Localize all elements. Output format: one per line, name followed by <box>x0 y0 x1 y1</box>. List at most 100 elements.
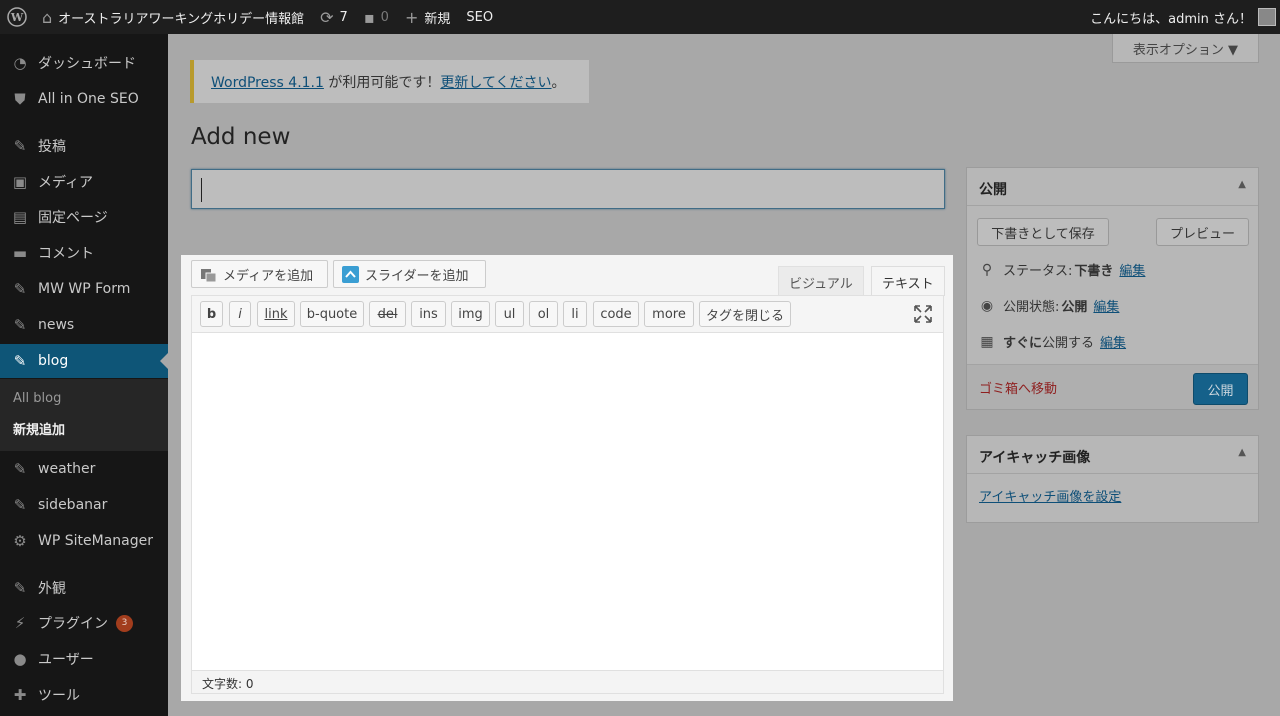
greeting: こんにちは、admin さん！ <box>1090 11 1252 27</box>
sidebar-item-plugins[interactable]: ⚡ プラグイン 3 <box>0 606 168 640</box>
avatar <box>1258 8 1276 26</box>
svg-text:W: W <box>10 11 24 24</box>
plugin-icon: ⚡ <box>14 614 26 632</box>
wordpress-version-link[interactable]: WordPress 4.1.1 <box>211 75 324 91</box>
quicktag-img-button[interactable]: img <box>451 301 490 327</box>
updates-link[interactable]: ⟳ 7 <box>312 0 356 34</box>
sidebar-item-wp-sitemanager[interactable]: ⚙ WP SiteManager <box>0 524 168 558</box>
site-name: オーストラリアワーキングホリデー情報館 <box>58 11 305 27</box>
sidebar-item-appearance[interactable]: ✎ 外観 <box>0 571 168 605</box>
wrench-icon: ✚ <box>13 686 27 704</box>
edit-visibility-link[interactable]: 編集 <box>1093 296 1119 315</box>
admin-sidebar: ◔ ダッシュボード ⛊ All in One SEO ✎ 投稿 ▣ メディア ▤ 固定ペー… <box>0 34 168 716</box>
sidebar-item-news[interactable]: ✎ news <box>0 308 168 342</box>
submenu-add-new[interactable]: 新規追加 <box>13 419 65 438</box>
quicktag-ul-button[interactable]: ul <box>495 301 524 327</box>
quicktag-del-button[interactable]: del <box>369 301 406 327</box>
pin-icon: ✎ <box>13 316 27 334</box>
publish-box-header[interactable]: 公開 ▲ <box>967 168 1258 206</box>
quicktag-li-button[interactable]: li <box>563 301 587 327</box>
sidebar-item-label: ダッシュボード <box>38 56 136 72</box>
sidebar-item-users[interactable]: ● ユーザー <box>0 642 168 676</box>
publish-button[interactable]: 公開 <box>1193 373 1248 405</box>
add-media-label: メディアを追加 <box>223 268 314 284</box>
schedule-value: 公開する <box>1042 336 1095 351</box>
seo-label: SEO <box>466 9 494 25</box>
visibility-value: 公開 <box>1061 300 1088 315</box>
new-content-link[interactable]: + 新規 <box>397 0 458 34</box>
sidebar-item-media[interactable]: ▣ メディア <box>0 165 168 199</box>
update-now-link[interactable]: 更新してください <box>440 75 551 91</box>
calendar-icon: ▦ <box>980 333 994 350</box>
pin-icon: ✎ <box>13 460 27 478</box>
fullscreen-icon[interactable] <box>914 305 932 323</box>
shield-icon: ⛊ <box>14 90 26 108</box>
edit-status-link[interactable]: 編集 <box>1119 260 1145 279</box>
sidebar-item-tools[interactable]: ✚ ツール <box>0 678 168 712</box>
add-slider-button[interactable]: スライダーを追加 <box>333 260 486 288</box>
sidebar-item-label: news <box>38 317 75 333</box>
publish-box-title: 公開 <box>979 182 1007 198</box>
quicktag-code-button[interactable]: code <box>593 301 639 327</box>
sidebar-item-pages[interactable]: ▤ 固定ページ <box>0 200 168 234</box>
my-account-link[interactable]: こんにちは、admin さん！ <box>1082 0 1280 34</box>
add-media-button[interactable]: メディアを追加 <box>191 260 328 288</box>
quicktag-link-button[interactable]: link <box>257 301 295 327</box>
sidebar-item-label: blog <box>38 353 69 369</box>
seo-link[interactable]: SEO <box>458 0 501 34</box>
home-icon: ⌂ <box>42 7 53 27</box>
update-notice: WordPress 4.1.1 が利用可能です！更新してください。 <box>190 60 589 103</box>
featured-image-box: アイキャッチ画像 ▲ アイキャッチ画像を設定 <box>966 435 1259 523</box>
blog-submenu: All blog 新規追加 <box>0 379 168 451</box>
visibility-label: 公開状態: <box>1003 300 1060 315</box>
sidebar-item-label: WP SiteManager <box>38 533 153 549</box>
sidebar-item-dashboard[interactable]: ◔ ダッシュボード <box>0 46 168 80</box>
featured-image-header[interactable]: アイキャッチ画像 ▲ <box>967 436 1258 474</box>
text-caret <box>201 178 202 202</box>
quicktag-italic-button[interactable]: i <box>229 301 251 327</box>
set-featured-image-link[interactable]: アイキャッチ画像を設定 <box>979 486 1121 505</box>
preview-button[interactable]: プレビュー <box>1156 218 1249 246</box>
save-draft-button[interactable]: 下書きとして保存 <box>977 218 1109 246</box>
updates-icon: ⟳ <box>320 7 334 27</box>
media-icon: ▣ <box>12 173 28 191</box>
site-name-link[interactable]: ⌂ オーストラリアワーキングホリデー情報館 <box>34 0 312 34</box>
collapse-arrow-icon[interactable]: ▲ <box>1238 447 1246 458</box>
pin-icon: ⚲ <box>981 261 993 278</box>
dashboard-icon: ◔ <box>13 54 27 72</box>
quicktag-ol-button[interactable]: ol <box>529 301 558 327</box>
quicktag-more-button[interactable]: more <box>644 301 694 327</box>
featured-image-title: アイキャッチ画像 <box>979 450 1091 466</box>
quicktag-bold-button[interactable]: b <box>200 301 223 327</box>
pin-icon: ✎ <box>13 280 27 298</box>
schedule-label: すぐに <box>1003 336 1043 351</box>
comments-link[interactable]: ▪ 0 <box>356 0 397 34</box>
sidebar-item-weather[interactable]: ✎ weather <box>0 452 168 486</box>
screen-options-button[interactable]: 表示オプション ▼ <box>1112 34 1259 63</box>
sidebar-item-comments[interactable]: ▬ コメント <box>0 236 168 270</box>
word-count: 文字数: 0 <box>191 670 944 694</box>
wordpress-logo-icon[interactable]: W <box>0 0 34 34</box>
collapse-arrow-icon[interactable]: ▲ <box>1238 179 1246 190</box>
page-title: Add new <box>191 124 291 150</box>
slider-icon <box>342 265 359 283</box>
sidebar-item-label: 外観 <box>38 581 66 597</box>
edit-schedule-link[interactable]: 編集 <box>1100 332 1126 351</box>
tab-text[interactable]: テキスト <box>871 266 945 296</box>
plugin-update-badge: 3 <box>116 614 133 632</box>
notice-end: 。 <box>551 75 566 91</box>
quicktag-blockquote-button[interactable]: b-quote <box>300 301 364 327</box>
quicktag-close-tags-button[interactable]: タグを閉じる <box>699 301 791 327</box>
sidebar-item-mw-wp-form[interactable]: ✎ MW WP Form <box>0 272 168 306</box>
content-textarea[interactable] <box>191 333 944 670</box>
tab-visual[interactable]: ビジュアル <box>778 266 864 296</box>
sidebar-item-label: ユーザー <box>38 652 94 668</box>
sidebar-item-sidebanar[interactable]: ✎ sidebanar <box>0 488 168 522</box>
sidebar-item-blog[interactable]: ✎ blog <box>0 344 168 378</box>
submenu-all-blog[interactable]: All blog <box>13 391 61 406</box>
quicktag-ins-button[interactable]: ins <box>411 301 446 327</box>
sidebar-item-posts[interactable]: ✎ 投稿 <box>0 129 168 163</box>
sidebar-item-all-in-one-seo[interactable]: ⛊ All in One SEO <box>0 82 168 116</box>
post-title-input[interactable] <box>191 169 945 209</box>
move-to-trash-link[interactable]: ゴミ箱へ移動 <box>979 378 1057 397</box>
